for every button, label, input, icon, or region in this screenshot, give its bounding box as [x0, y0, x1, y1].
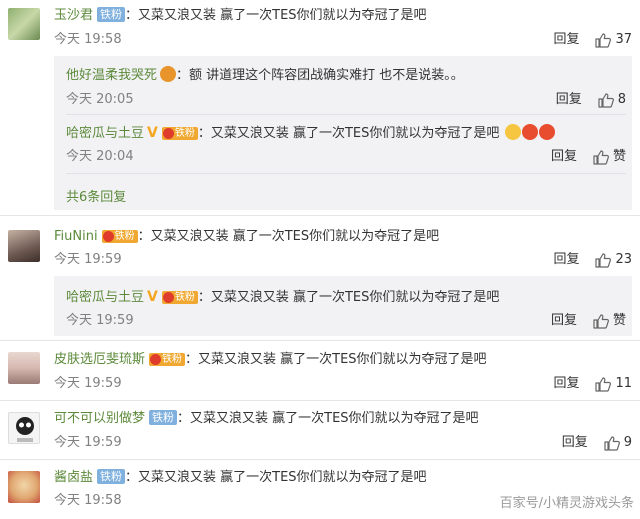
username[interactable]: 他好温柔我哭死 [66, 68, 157, 83]
thumbs-up-icon [598, 92, 614, 108]
timestamp: 今天 19:58 [54, 493, 122, 508]
comment-actions: 回复 9 [562, 435, 632, 451]
comment-line: FiuNini 铁粉 ：又菜又浪又装 赢了一次TES你们就以为夺冠了是吧 [54, 228, 439, 246]
thumbs-up-icon [595, 32, 612, 48]
reply-thread: 他好温柔我哭死 ：额 讲道理这个阵容团战确实难打 也不是说装。。 今天 20:05… [54, 56, 632, 210]
avatar[interactable] [8, 352, 40, 384]
comment: 可不可以别做梦 铁粉 ：又菜又浪又装 赢了一次TES你们就以为夺冠了是吧 今天 19… [0, 401, 640, 459]
avatar[interactable] [8, 230, 40, 262]
fan-badge[interactable]: 铁粉 [97, 7, 126, 22]
like-button[interactable]: 11 [595, 376, 632, 392]
timestamp: 今天 20:04 [66, 149, 134, 164]
like-count: 赞 [612, 149, 626, 164]
sub-reply: 哈密瓜与土豆 V 铁粉 ：又菜又浪又装 赢了一次TES你们就以为夺冠了是吧 今天 20… [66, 115, 626, 173]
like-button[interactable]: 9 [604, 435, 632, 451]
smile-emoji-icon [505, 124, 522, 140]
comment-text: ：又菜又浪又装 赢了一次TES你们就以为夺冠了是吧 [197, 126, 500, 141]
username[interactable]: 玉沙君 [54, 8, 93, 23]
thumbs-up-icon [604, 435, 620, 451]
comment-text: ：又菜又浪又装 赢了一次TES你们就以为夺冠了是吧 [177, 411, 479, 426]
timestamp: 今天 19:58 [54, 32, 122, 47]
like-count: 9 [623, 435, 632, 450]
comment-line: 皮肤选厄斐琉斯 铁粉 ：又菜又浪又装 赢了一次TES你们就以为夺冠了是吧 [54, 351, 487, 369]
verified-icon: V [147, 125, 158, 141]
angry-emoji-icon [522, 124, 539, 140]
like-count: 23 [615, 252, 632, 267]
verified-icon: V [147, 289, 158, 305]
iron-fan-badge[interactable]: 铁粉 [161, 291, 198, 304]
like-button[interactable]: 23 [595, 252, 632, 268]
comment-line: 玉沙君 铁粉 ：又菜又浪又装 赢了一次TES你们就以为夺冠了是吧 [54, 7, 427, 25]
comment-text: ：额 讲道理这个阵容团战确实难打 也不是说装。。 [176, 68, 464, 83]
comment-line: 哈密瓜与土豆 V 铁粉 ：又菜又浪又装 赢了一次TES你们就以为夺冠了是吧 [66, 124, 556, 143]
comment-actions: 回复 8 [556, 92, 626, 108]
comment-line: 酱卤盐 铁粉 ：又菜又浪又装 赢了一次TES你们就以为夺冠了是吧 [54, 469, 427, 487]
username[interactable]: FiuNini [54, 229, 98, 244]
iron-fan-badge[interactable]: 铁粉 [161, 127, 198, 140]
fan-badge[interactable]: 铁粉 [97, 469, 126, 484]
avatar[interactable] [8, 412, 40, 444]
thumbs-up-icon [595, 252, 612, 268]
comment: FiuNini 铁粉 ：又菜又浪又装 赢了一次TES你们就以为夺冠了是吧 今天 19… [0, 216, 640, 340]
like-button[interactable]: 37 [595, 32, 632, 48]
username[interactable]: 哈密瓜与土豆 [66, 290, 144, 305]
sub-reply: 哈密瓜与土豆 V 铁粉 ：又菜又浪又装 赢了一次TES你们就以为夺冠了是吧 今天 19… [66, 276, 626, 336]
like-count: 37 [615, 32, 632, 47]
username[interactable]: 皮肤选厄斐琉斯 [54, 352, 145, 367]
comment-actions: 回复 赞 [551, 313, 626, 329]
reply-button[interactable]: 回复 [556, 92, 582, 108]
username[interactable]: 可不可以别做梦 [54, 411, 145, 426]
comment-actions: 回复 11 [553, 376, 632, 392]
fan-badge[interactable]: 铁粉 [149, 410, 178, 425]
like-count: 8 [617, 92, 626, 107]
watermark: 百家号/小精灵游戏头条 [499, 496, 634, 511]
reply-button[interactable]: 回复 [553, 32, 579, 48]
comment-line: 可不可以别做梦 铁粉 ：又菜又浪又装 赢了一次TES你们就以为夺冠了是吧 [54, 410, 479, 428]
divider [66, 173, 626, 174]
comment-line: 他好温柔我哭死 ：额 讲道理这个阵容团战确实难打 也不是说装。。 [66, 66, 464, 85]
like-count: 11 [615, 376, 632, 391]
comment-text: ：又菜又浪又装 赢了一次TES你们就以为夺冠了是吧 [137, 229, 440, 244]
thumbs-up-icon [595, 376, 612, 392]
angry-emoji-icon [539, 124, 556, 140]
like-button[interactable]: 赞 [593, 149, 626, 165]
comment-text: ：又菜又浪又装 赢了一次TES你们就以为夺冠了是吧 [185, 352, 487, 367]
comment-actions: 回复 37 [553, 32, 632, 48]
timestamp: 今天 20:05 [66, 92, 134, 107]
reply-button[interactable]: 回复 [553, 252, 579, 268]
iron-fan-badge[interactable]: 铁粉 [149, 353, 186, 366]
avatar[interactable] [8, 8, 40, 40]
thumbs-up-icon [593, 313, 609, 329]
timestamp: 今天 19:59 [54, 252, 122, 267]
member-icon [160, 66, 177, 82]
username[interactable]: 酱卤盐 [54, 470, 93, 485]
like-button[interactable]: 8 [598, 92, 626, 108]
avatar[interactable] [8, 471, 40, 503]
timestamp: 今天 19:59 [66, 313, 134, 328]
comment-actions: 回复 23 [553, 252, 632, 268]
timestamp: 今天 19:59 [54, 376, 122, 391]
reply-thread: 哈密瓜与土豆 V 铁粉 ：又菜又浪又装 赢了一次TES你们就以为夺冠了是吧 今天 19… [54, 276, 632, 336]
like-button[interactable]: 赞 [593, 313, 626, 329]
comment-text: ：又菜又浪又装 赢了一次TES你们就以为夺冠了是吧 [125, 8, 427, 23]
sub-reply: 他好温柔我哭死 ：额 讲道理这个阵容团战确实难打 也不是说装。。 今天 20:05… [66, 56, 626, 114]
reply-button[interactable]: 回复 [551, 313, 577, 329]
reply-button[interactable]: 回复 [551, 149, 577, 165]
comment-actions: 回复 赞 [551, 149, 626, 165]
username[interactable]: 哈密瓜与土豆 [66, 126, 144, 141]
comment-text: ：又菜又浪又装 赢了一次TES你们就以为夺冠了是吧 [125, 470, 427, 485]
timestamp: 今天 19:59 [54, 435, 122, 450]
comment: 玉沙君 铁粉 ：又菜又浪又装 赢了一次TES你们就以为夺冠了是吧 今天 19:58 … [0, 0, 640, 210]
like-count: 赞 [612, 313, 626, 328]
comment-line: 哈密瓜与土豆 V 铁粉 ：又菜又浪又装 赢了一次TES你们就以为夺冠了是吧 [66, 288, 499, 307]
iron-fan-badge[interactable]: 铁粉 [101, 230, 138, 243]
comment-text: ：又菜又浪又装 赢了一次TES你们就以为夺冠了是吧 [197, 290, 500, 305]
reply-button[interactable]: 回复 [562, 435, 588, 451]
comment: 皮肤选厄斐琉斯 铁粉 ：又菜又浪又装 赢了一次TES你们就以为夺冠了是吧 今天 19… [0, 341, 640, 399]
more-replies-link[interactable]: 共6条回复 [66, 186, 126, 205]
reply-button[interactable]: 回复 [553, 376, 579, 392]
thumbs-up-icon [593, 149, 609, 165]
